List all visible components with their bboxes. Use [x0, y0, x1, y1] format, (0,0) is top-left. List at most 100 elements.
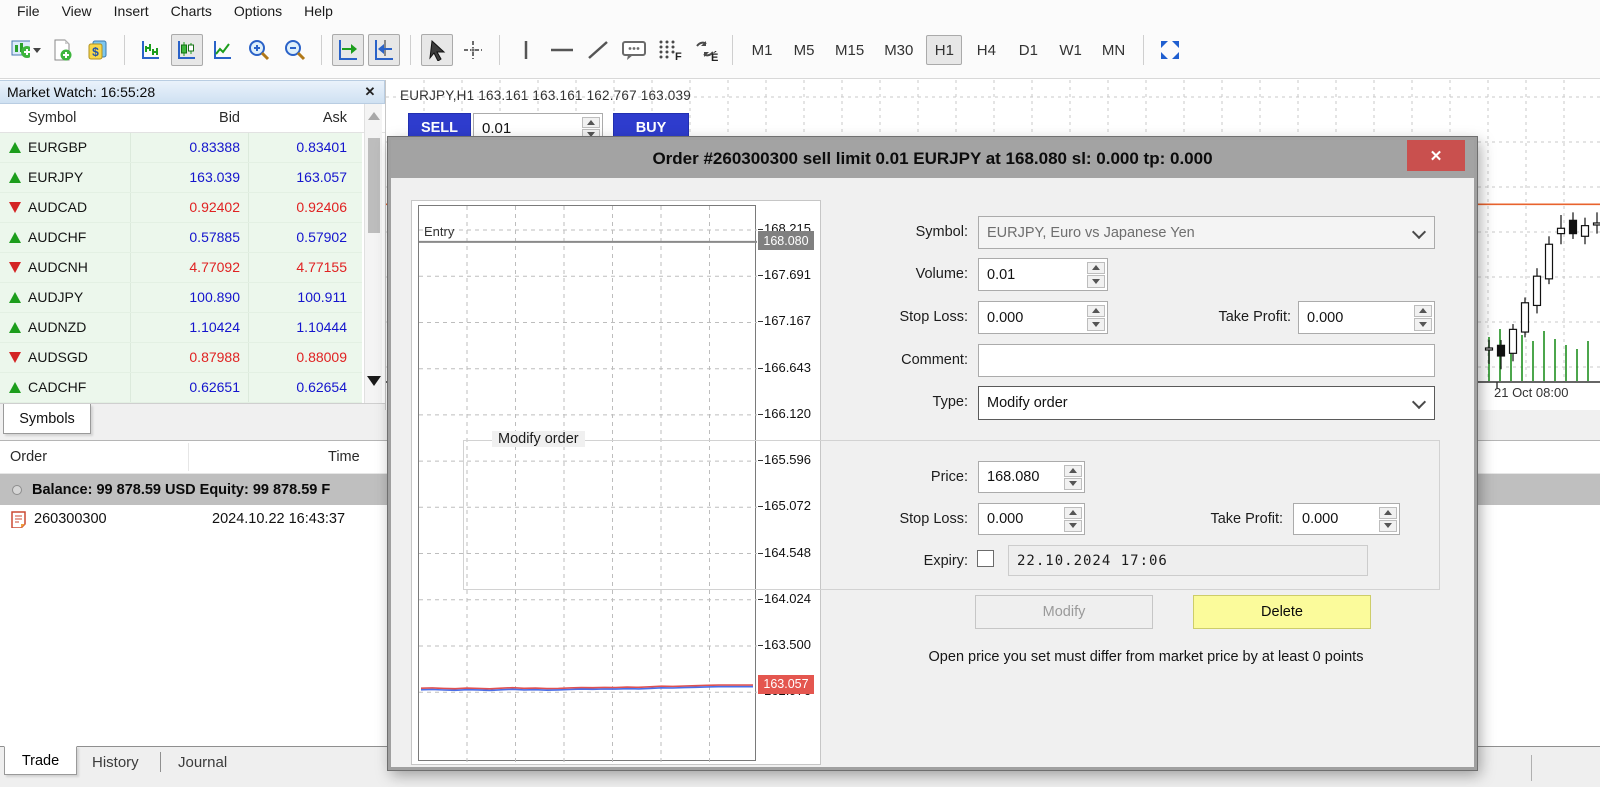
- modify-take-profit-field[interactable]: 0.000: [1293, 503, 1400, 535]
- profiles-icon[interactable]: $: [82, 34, 114, 66]
- stop-loss-label: Stop Loss:: [818, 309, 968, 325]
- entry-line-label: Entry: [424, 224, 454, 239]
- tab-history[interactable]: History: [92, 754, 139, 771]
- ask-value: 100.911: [297, 289, 347, 305]
- column-bid[interactable]: Bid: [219, 110, 240, 126]
- crosshair-icon[interactable]: [457, 34, 489, 66]
- tab-journal[interactable]: Journal: [178, 754, 227, 771]
- market-watch-row-audcnh[interactable]: AUDCNH4.770924.77155: [0, 253, 362, 283]
- new-order-icon[interactable]: [46, 34, 78, 66]
- new-chart-icon[interactable]: [10, 34, 42, 66]
- menu-help[interactable]: Help: [293, 1, 344, 21]
- modify-stop-loss-stepper[interactable]: [1064, 506, 1082, 532]
- market-watch-row-eurjpy[interactable]: EURJPY163.039163.057: [0, 163, 362, 193]
- scrollbar-thumb[interactable]: [368, 138, 380, 233]
- dialog-close-button[interactable]: ✕: [1407, 140, 1465, 171]
- close-icon[interactable]: ✕: [362, 84, 378, 100]
- vertical-line-icon[interactable]: [510, 34, 542, 66]
- menu-insert[interactable]: Insert: [103, 1, 160, 21]
- market-watch-row-audcad[interactable]: AUDCAD0.924020.92406: [0, 193, 362, 223]
- tab-trade[interactable]: Trade: [4, 746, 77, 775]
- svg-text:$: $: [92, 45, 99, 59]
- symbol-name: AUDSGD: [28, 349, 88, 365]
- stop-loss-field[interactable]: 0.000: [978, 301, 1108, 334]
- delete-button[interactable]: Delete: [1193, 595, 1371, 629]
- column-divider: [248, 223, 249, 252]
- comment-field[interactable]: [978, 344, 1435, 377]
- type-select[interactable]: Modify order: [978, 386, 1435, 420]
- column-order[interactable]: Order: [10, 449, 47, 465]
- column-divider: [248, 133, 249, 162]
- price-tick: 167.691: [764, 267, 811, 282]
- timeframe-mn[interactable]: MN: [1095, 35, 1132, 65]
- scroll-down-icon[interactable]: [367, 376, 381, 386]
- tick-chart-icon[interactable]: [135, 34, 167, 66]
- timeframe-m5[interactable]: M5: [786, 35, 822, 65]
- order-note-icon: [11, 511, 26, 528]
- toolbar-separator: [321, 35, 322, 65]
- modify-button[interactable]: Modify: [975, 595, 1153, 629]
- menu-charts[interactable]: Charts: [160, 1, 223, 21]
- tile-windows-icon[interactable]: [1154, 34, 1186, 66]
- modify-stop-loss-label: Stop Loss:: [818, 511, 968, 527]
- timeframe-m15[interactable]: M15: [828, 35, 871, 65]
- timeframe-m30[interactable]: M30: [877, 35, 920, 65]
- market-watch-row-eurgbp[interactable]: EURGBP0.833880.83401: [0, 133, 362, 163]
- auto-scroll-icon[interactable]: [332, 34, 364, 66]
- modify-take-profit-label: Take Profit:: [1133, 511, 1283, 527]
- chart-shift-icon[interactable]: [368, 34, 400, 66]
- scroll-up-icon[interactable]: [368, 112, 380, 120]
- expiry-date-value: 22.10.2024 17:06: [1017, 553, 1168, 569]
- volume-field[interactable]: 0.01: [978, 258, 1108, 291]
- menu-view[interactable]: View: [51, 1, 103, 21]
- take-profit-value: 0.000: [1307, 310, 1343, 326]
- expiry-checkbox[interactable]: [977, 550, 994, 567]
- dialog-titlebar[interactable]: Order #260300300 sell limit 0.01 EURJPY …: [391, 140, 1474, 178]
- tab-symbols[interactable]: Symbols: [3, 404, 91, 434]
- price-field[interactable]: 168.080: [978, 461, 1085, 493]
- expiry-date-field[interactable]: 22.10.2024 17:06: [1008, 545, 1368, 576]
- timeframe-h4[interactable]: H4: [968, 35, 1004, 65]
- indicators-icon[interactable]: F: [654, 34, 686, 66]
- market-watch-row-cadchf[interactable]: CADCHF0.626510.62654: [0, 373, 362, 403]
- price-stepper[interactable]: [1064, 464, 1082, 490]
- market-watch-row-audnzd[interactable]: AUDNZD1.104241.10444: [0, 313, 362, 343]
- stop-loss-stepper[interactable]: [1087, 304, 1105, 331]
- timeframe-h1[interactable]: H1: [926, 35, 962, 65]
- zoom-in-icon[interactable]: [243, 34, 275, 66]
- column-ask[interactable]: Ask: [323, 110, 347, 126]
- arrow-up-icon: [9, 232, 21, 243]
- menu-options[interactable]: Options: [223, 1, 293, 21]
- modify-take-profit-stepper[interactable]: [1379, 506, 1397, 532]
- price-tick: 166.120: [764, 406, 811, 421]
- timeframe-w1[interactable]: W1: [1052, 35, 1089, 65]
- take-profit-stepper[interactable]: [1414, 304, 1432, 331]
- timeframe-m1[interactable]: M1: [744, 35, 780, 65]
- modify-stop-loss-field[interactable]: 0.000: [978, 503, 1085, 535]
- candlestick-chart-icon[interactable]: [171, 34, 203, 66]
- text-label-icon[interactable]: [618, 34, 650, 66]
- line-chart-icon[interactable]: [207, 34, 239, 66]
- expert-advisors-icon[interactable]: É: [690, 34, 722, 66]
- symbol-name: AUDNZD: [28, 319, 86, 335]
- trend-line-icon[interactable]: [582, 34, 614, 66]
- volume-stepper[interactable]: [1087, 261, 1105, 288]
- market-watch-row-audsgd[interactable]: AUDSGD0.879880.88009: [0, 343, 362, 373]
- cursor-icon[interactable]: [421, 34, 453, 66]
- arrow-down-icon: [9, 202, 21, 213]
- column-time[interactable]: Time: [328, 449, 360, 465]
- timeframe-d1[interactable]: D1: [1010, 35, 1046, 65]
- horizontal-line-icon[interactable]: [546, 34, 578, 66]
- symbol-select[interactable]: EURJPY, Euro vs Japanese Yen: [978, 216, 1435, 249]
- zoom-out-icon[interactable]: [279, 34, 311, 66]
- column-symbol[interactable]: Symbol: [28, 110, 76, 126]
- market-watch-row-audjpy[interactable]: AUDJPY100.890100.911: [0, 283, 362, 313]
- market-watch-row-audchf[interactable]: AUDCHF0.578850.57902: [0, 223, 362, 253]
- take-profit-field[interactable]: 0.000: [1298, 301, 1435, 334]
- market-watch-scrollbar[interactable]: [364, 104, 382, 403]
- symbol-value: EURJPY, Euro vs Japanese Yen: [987, 225, 1195, 241]
- toolbar-separator: [124, 35, 125, 65]
- menu-file[interactable]: File: [6, 1, 51, 21]
- bid-value: 4.77092: [189, 259, 240, 275]
- ask-value: 0.57902: [296, 229, 347, 245]
